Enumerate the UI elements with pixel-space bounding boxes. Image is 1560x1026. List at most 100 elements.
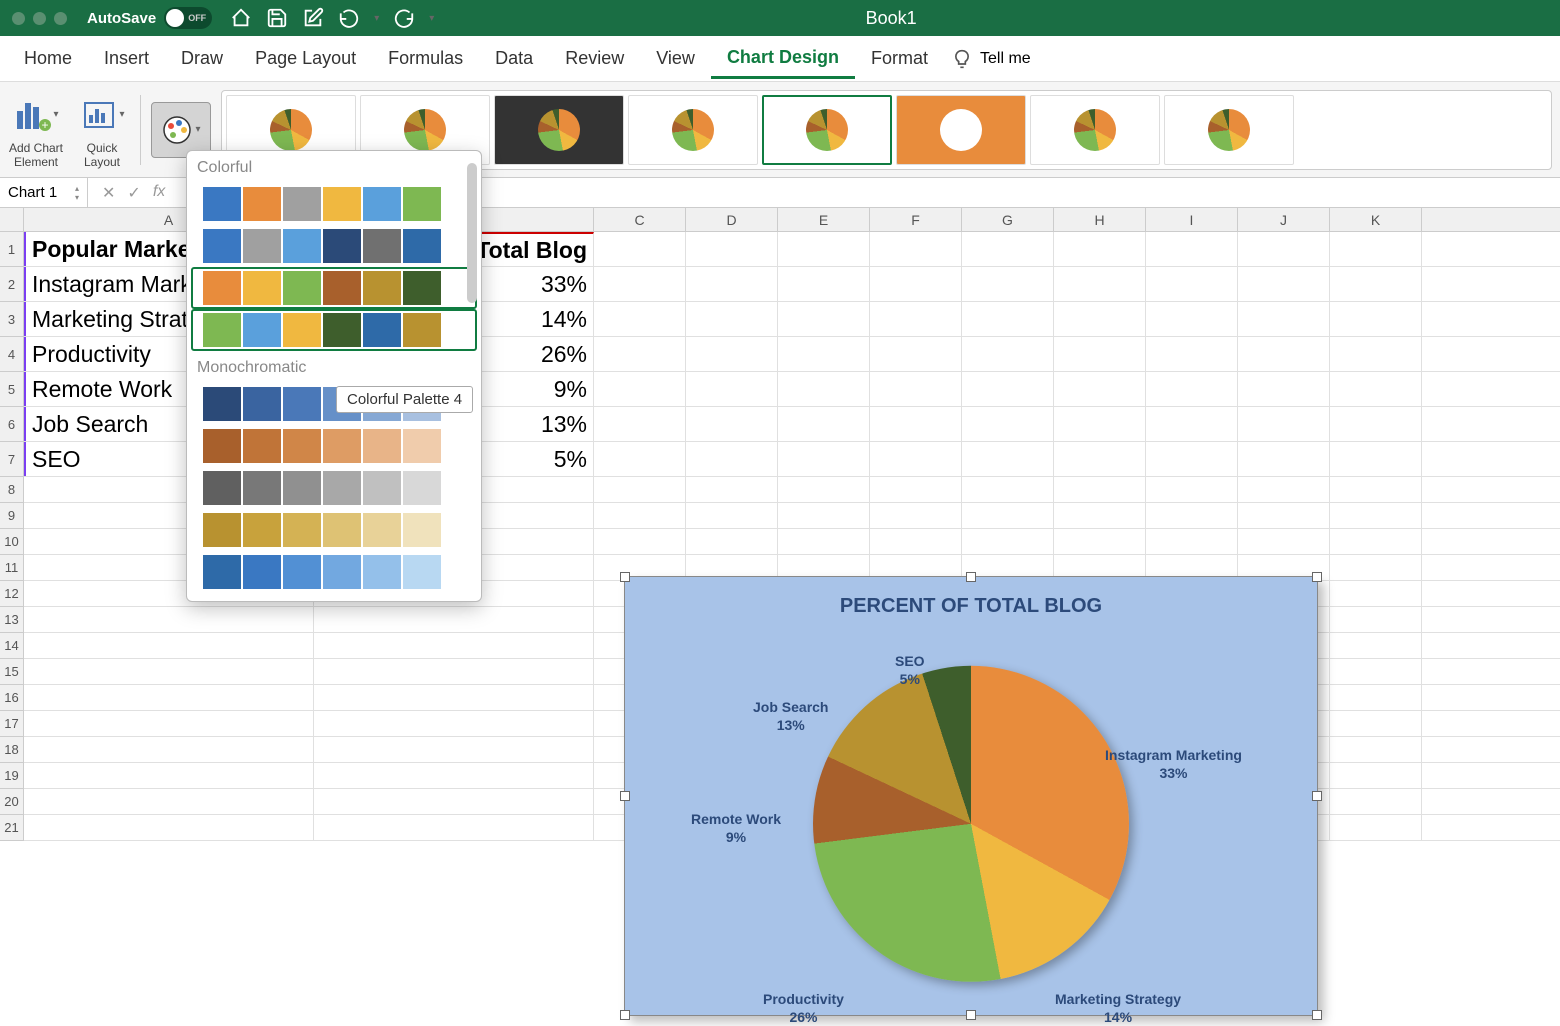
fx-icon[interactable]: fx: [153, 183, 165, 203]
tab-format[interactable]: Format: [855, 40, 944, 77]
cell-C7[interactable]: [594, 442, 686, 476]
cell-J2[interactable]: [1238, 267, 1330, 301]
cell-B21[interactable]: [314, 815, 594, 840]
cell-G2[interactable]: [962, 267, 1054, 301]
cell-D10[interactable]: [686, 529, 778, 554]
chart-style-8[interactable]: [1164, 95, 1294, 165]
cell-J9[interactable]: [1238, 503, 1330, 528]
palette-row[interactable]: [191, 551, 477, 593]
name-box[interactable]: Chart 1 ▴▾: [0, 178, 88, 207]
column-header-J[interactable]: J: [1238, 208, 1330, 231]
cell-I5[interactable]: [1146, 372, 1238, 406]
resize-handle[interactable]: [966, 1010, 976, 1020]
row-header-2[interactable]: 2: [0, 267, 23, 302]
cell-G3[interactable]: [962, 302, 1054, 336]
row-header-8[interactable]: 8: [0, 477, 23, 503]
row-header-3[interactable]: 3: [0, 302, 23, 337]
cell-A14[interactable]: [24, 633, 314, 658]
cell-G10[interactable]: [962, 529, 1054, 554]
cell-B19[interactable]: [314, 763, 594, 788]
pie-data-label[interactable]: Job Search13%: [753, 698, 828, 734]
cell-B18[interactable]: [314, 737, 594, 762]
cell-D6[interactable]: [686, 407, 778, 441]
column-header-E[interactable]: E: [778, 208, 870, 231]
cell-A21[interactable]: [24, 815, 314, 840]
cell-C1[interactable]: [594, 232, 686, 266]
cell-D7[interactable]: [686, 442, 778, 476]
cell-B17[interactable]: [314, 711, 594, 736]
close-window-button[interactable]: [12, 12, 25, 25]
cell-D9[interactable]: [686, 503, 778, 528]
autosave-toggle[interactable]: OFF: [164, 7, 212, 29]
tab-draw[interactable]: Draw: [165, 40, 239, 77]
cell-K4[interactable]: [1330, 337, 1422, 371]
cell-E10[interactable]: [778, 529, 870, 554]
select-all-corner[interactable]: [0, 208, 24, 231]
cell-K19[interactable]: [1330, 763, 1422, 788]
cell-G9[interactable]: [962, 503, 1054, 528]
column-header-G[interactable]: G: [962, 208, 1054, 231]
cell-K2[interactable]: [1330, 267, 1422, 301]
cell-K13[interactable]: [1330, 607, 1422, 632]
cell-A20[interactable]: [24, 789, 314, 814]
cell-H7[interactable]: [1054, 442, 1146, 476]
palette-row[interactable]: [191, 425, 477, 467]
cell-F3[interactable]: [870, 302, 962, 336]
cell-I10[interactable]: [1146, 529, 1238, 554]
row-header-19[interactable]: 19: [0, 763, 23, 789]
tab-chart-design[interactable]: Chart Design: [711, 39, 855, 79]
cell-I2[interactable]: [1146, 267, 1238, 301]
row-header-14[interactable]: 14: [0, 633, 23, 659]
column-header-C[interactable]: C: [594, 208, 686, 231]
palette-row[interactable]: [191, 267, 477, 309]
cell-J4[interactable]: [1238, 337, 1330, 371]
cell-J8[interactable]: [1238, 477, 1330, 502]
tab-home[interactable]: Home: [8, 40, 88, 77]
cell-E3[interactable]: [778, 302, 870, 336]
cell-C6[interactable]: [594, 407, 686, 441]
cell-F6[interactable]: [870, 407, 962, 441]
cell-I9[interactable]: [1146, 503, 1238, 528]
cell-D1[interactable]: [686, 232, 778, 266]
cell-H3[interactable]: [1054, 302, 1146, 336]
cell-H2[interactable]: [1054, 267, 1146, 301]
cell-D8[interactable]: [686, 477, 778, 502]
cell-K3[interactable]: [1330, 302, 1422, 336]
resize-handle[interactable]: [620, 1010, 630, 1020]
cell-K17[interactable]: [1330, 711, 1422, 736]
cell-I1[interactable]: [1146, 232, 1238, 266]
cell-F1[interactable]: [870, 232, 962, 266]
cell-K6[interactable]: [1330, 407, 1422, 441]
palette-row[interactable]: [191, 309, 477, 351]
cell-F4[interactable]: [870, 337, 962, 371]
cell-J6[interactable]: [1238, 407, 1330, 441]
cell-H5[interactable]: [1054, 372, 1146, 406]
cell-E7[interactable]: [778, 442, 870, 476]
row-header-5[interactable]: 5: [0, 372, 23, 407]
cell-B16[interactable]: [314, 685, 594, 710]
palette-row[interactable]: [191, 183, 477, 225]
cell-A19[interactable]: [24, 763, 314, 788]
cell-J10[interactable]: [1238, 529, 1330, 554]
cell-C3[interactable]: [594, 302, 686, 336]
chart-style-5[interactable]: [762, 95, 892, 165]
cell-C2[interactable]: [594, 267, 686, 301]
cell-K18[interactable]: [1330, 737, 1422, 762]
resize-handle[interactable]: [620, 572, 630, 582]
pie-data-label[interactable]: Instagram Marketing33%: [1105, 746, 1242, 782]
cell-A17[interactable]: [24, 711, 314, 736]
minimize-window-button[interactable]: [33, 12, 46, 25]
resize-handle[interactable]: [1312, 572, 1322, 582]
cell-B15[interactable]: [314, 659, 594, 684]
cell-K1[interactable]: [1330, 232, 1422, 266]
cell-A15[interactable]: [24, 659, 314, 684]
cell-G4[interactable]: [962, 337, 1054, 371]
cell-H10[interactable]: [1054, 529, 1146, 554]
cell-E1[interactable]: [778, 232, 870, 266]
cell-F8[interactable]: [870, 477, 962, 502]
maximize-window-button[interactable]: [54, 12, 67, 25]
embedded-chart[interactable]: PERCENT OF TOTAL BLOG Instagram Marketin…: [624, 576, 1318, 1016]
cell-H8[interactable]: [1054, 477, 1146, 502]
tab-insert[interactable]: Insert: [88, 40, 165, 77]
cell-E4[interactable]: [778, 337, 870, 371]
